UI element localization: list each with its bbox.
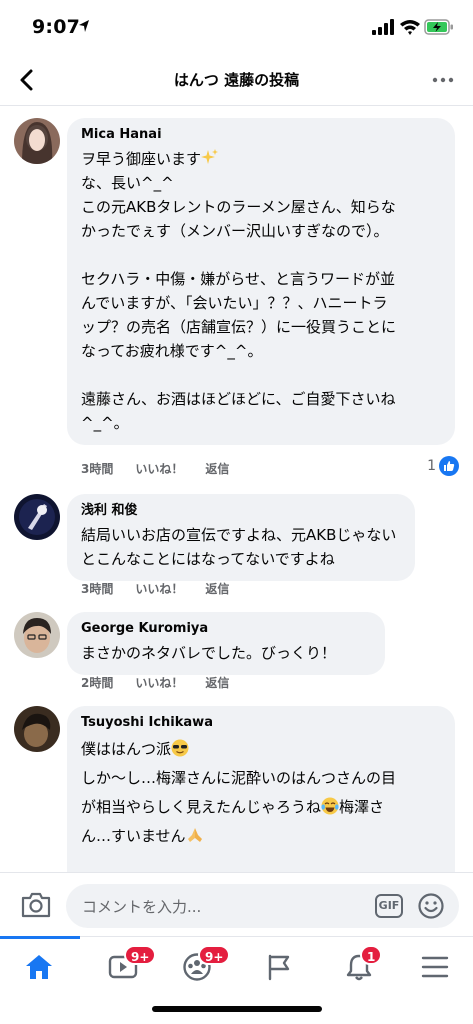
avatar[interactable] bbox=[14, 612, 60, 658]
hamburger-menu-icon bbox=[421, 956, 449, 978]
comment-actions: 2時間 いいね！ 返信 bbox=[81, 674, 251, 691]
tab-groups[interactable]: 9+ bbox=[172, 945, 231, 987]
emoji-picker-icon[interactable] bbox=[417, 892, 445, 920]
comment-bubble: Tsuyoshi Ichikawa 僕ははんつ派 しか〜し…梅澤さんに泥酔いのは… bbox=[67, 706, 455, 886]
comment-text: 結局いいお店の宣伝ですよね、元AKBじゃない とこんなことにはなってないですよね bbox=[81, 526, 397, 568]
comment-author[interactable]: Tsuyoshi Ichikawa bbox=[81, 714, 441, 732]
status-time: 9:07 bbox=[32, 16, 81, 38]
avatar[interactable] bbox=[14, 494, 60, 540]
more-options-icon[interactable] bbox=[431, 70, 455, 90]
comment-author[interactable]: Mica Hanai bbox=[81, 126, 441, 144]
comment-composer: コメントを入力... GIF bbox=[0, 872, 473, 936]
comment-text: まさかのネタバレでした。びっくり！ bbox=[81, 644, 337, 662]
tab-menu[interactable] bbox=[410, 947, 458, 987]
notifications-badge: 1 bbox=[360, 945, 383, 965]
home-indicator bbox=[152, 1006, 322, 1012]
comment-actions: 3時間 いいね！ 返信 bbox=[81, 580, 251, 597]
reaction-count[interactable]: 1 bbox=[427, 456, 459, 476]
comment-bubble: George Kuromiya まさかのネタバレでした。びっくり！ bbox=[67, 612, 385, 675]
battery-charging-icon bbox=[424, 19, 453, 35]
tab-pages[interactable] bbox=[254, 947, 302, 987]
location-arrow-icon bbox=[79, 20, 89, 32]
comment-timestamp: 3時間 bbox=[81, 462, 114, 476]
watch-badge: 9+ bbox=[124, 945, 157, 965]
thumbs-up-icon bbox=[439, 456, 459, 476]
avatar[interactable] bbox=[14, 118, 60, 164]
like-button[interactable]: いいね！ bbox=[135, 462, 183, 476]
comment-actions: 3時間 いいね！ 返信 bbox=[81, 460, 251, 477]
like-button[interactable]: いいね！ bbox=[135, 582, 183, 596]
reply-button[interactable]: 返信 bbox=[205, 462, 229, 476]
comment-text: ヲ早う御座います な、長い^_^ この元AKBタレントのラーメン屋さん、知らな … bbox=[81, 149, 397, 432]
avatar[interactable] bbox=[14, 706, 60, 752]
sunglasses-emoji-icon bbox=[171, 739, 189, 757]
cellular-signal-icon bbox=[372, 19, 394, 35]
like-button[interactable]: いいね！ bbox=[135, 676, 183, 690]
comment-timestamp: 3時間 bbox=[81, 582, 114, 596]
comment-bubble: Mica Hanai ヲ早う御座います な、長い^_^ この元AKBタレントのラ… bbox=[67, 118, 455, 445]
sparkles-icon bbox=[201, 149, 219, 164]
status-bar: 9:07 bbox=[0, 0, 473, 56]
reply-button[interactable]: 返信 bbox=[205, 582, 229, 596]
comment-bubble: 浅利 和俊 結局いいお店の宣伝ですよね、元AKBじゃない とこんなことにはなって… bbox=[67, 494, 415, 581]
home-icon bbox=[26, 955, 52, 979]
flag-icon bbox=[268, 954, 290, 981]
comment-input[interactable]: コメントを入力... GIF bbox=[66, 884, 459, 928]
tears-of-joy-emoji-icon bbox=[321, 797, 339, 815]
comment-input-placeholder: コメントを入力... bbox=[82, 898, 202, 916]
post-header: はんつ 遠藤の投稿 bbox=[0, 56, 473, 106]
gif-button[interactable]: GIF bbox=[375, 894, 403, 918]
camera-icon[interactable] bbox=[20, 891, 52, 919]
wifi-icon bbox=[400, 20, 420, 35]
folded-hands-emoji-icon bbox=[187, 828, 202, 842]
reply-button[interactable]: 返信 bbox=[205, 676, 229, 690]
tab-home[interactable] bbox=[0, 936, 80, 987]
tab-notifications[interactable]: 1 bbox=[334, 945, 383, 987]
comment-author[interactable]: George Kuromiya bbox=[81, 620, 371, 638]
groups-badge: 9+ bbox=[198, 945, 231, 965]
page-title: はんつ 遠藤の投稿 bbox=[173, 71, 300, 89]
comment-author[interactable]: 浅利 和俊 bbox=[81, 502, 401, 520]
comment-text: 僕ははんつ派 しか〜し…梅澤さんに泥酔いのはんつさんの目 が相当やらしく見えたん… bbox=[81, 739, 397, 845]
comment-timestamp: 2時間 bbox=[81, 676, 114, 690]
tab-watch[interactable]: 9+ bbox=[98, 945, 157, 987]
